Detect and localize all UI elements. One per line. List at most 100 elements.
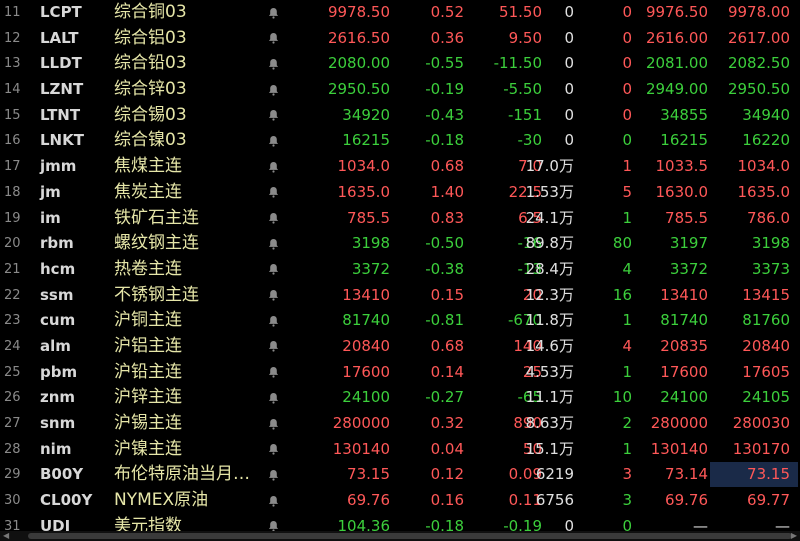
- volume: 89.8万: [526, 231, 574, 257]
- quote-row[interactable]: 18 jm 焦炭主连 1635.0 1.40 22.5 1.53万 5 1630.0 1635.0: [0, 180, 800, 206]
- quote-row[interactable]: 22 ssm 不锈钢主连 13410 0.15 20 12.3万 16 13410 13415: [0, 283, 800, 309]
- bid-price: 1630.0: [655, 182, 709, 201]
- quote-row[interactable]: 14 LZNT 综合锌03 2950.50 -0.19 -5.50 0 0 2949.00 295…: [0, 77, 800, 103]
- current-volume: 0: [622, 3, 632, 21]
- last-price: 785.5: [347, 208, 390, 227]
- quote-row[interactable]: 20 rbm 螺纹钢主连 3198 -0.50 -16 89.8万 80 3197 3198: [0, 231, 800, 257]
- bid-price: 13410: [660, 285, 708, 304]
- alert-bell-icon[interactable]: [268, 103, 280, 129]
- quote-row[interactable]: 15 LTNT 综合锡03 34920 -0.43 -151 0 0 34855 34940: [0, 103, 800, 129]
- contract-name: 综合锌03: [114, 79, 187, 100]
- quote-row[interactable]: 24 alm 沪铝主连 20840 0.68 140 14.6万 4 20835 20840: [0, 334, 800, 360]
- ask-price: 69.77: [747, 491, 790, 510]
- quote-row[interactable]: 12 LALT 综合铝03 2616.50 0.36 9.50 0 0 2616.00 2617.…: [0, 26, 800, 52]
- last-price: 81740: [342, 311, 390, 330]
- contract-code: im: [40, 208, 61, 227]
- contract-code: LZNT: [40, 80, 84, 99]
- volume-unit: 万: [558, 439, 574, 458]
- current-volume: 0: [622, 80, 632, 99]
- row-number: 30: [4, 493, 21, 509]
- current-volume: 16: [612, 285, 632, 304]
- scroll-left-icon[interactable]: ◀: [3, 531, 9, 541]
- quote-row[interactable]: 16 LNKT 综合镍03 16215 -0.18 -30 0 0 16215 16220: [0, 128, 800, 154]
- alert-bell-icon[interactable]: [268, 0, 280, 26]
- bid-price: 2081.00: [645, 54, 708, 73]
- alert-bell-icon[interactable]: [268, 77, 280, 103]
- current-volume: 0: [622, 131, 632, 150]
- volume: 4.53万: [526, 360, 574, 386]
- alert-bell-icon[interactable]: [268, 334, 280, 360]
- alert-bell-icon[interactable]: [268, 283, 280, 309]
- current-volume: 1: [622, 439, 632, 458]
- alert-bell-icon[interactable]: [268, 308, 280, 334]
- quote-row[interactable]: 23 cum 沪铜主连 81740 -0.81 -670 11.8万 1 81740 81760: [0, 308, 800, 334]
- volume-value: 0: [564, 54, 574, 73]
- quote-row[interactable]: 27 snm 沪锡主连 280000 0.32 890 8.63万 2 280000 280030: [0, 411, 800, 437]
- alert-bell-icon[interactable]: [268, 385, 280, 411]
- alert-bell-icon[interactable]: [268, 51, 280, 77]
- ask-price: 2082.50: [727, 54, 790, 73]
- quote-row[interactable]: 28 nim 沪镍主连 130140 0.04 50 15.1万 1 130140 130170: [0, 437, 800, 463]
- last-price: 1034.0: [337, 157, 391, 176]
- volume-unit: 万: [558, 182, 574, 201]
- contract-name: 综合铝03: [114, 27, 187, 48]
- volume-value: 15.1: [525, 439, 559, 458]
- alert-bell-icon[interactable]: [268, 411, 280, 437]
- quote-row[interactable]: 21 hcm 热卷主连 3372 -0.38 -13 28.4万 4 3372 3373: [0, 257, 800, 283]
- volume: 8.63万: [526, 411, 574, 437]
- current-volume: 0: [622, 28, 632, 47]
- horizontal-scrollbar[interactable]: ◀ ▶: [0, 531, 800, 541]
- alert-bell-icon[interactable]: [268, 206, 280, 232]
- change-percent: -0.50: [425, 234, 464, 253]
- alert-bell-icon[interactable]: [268, 26, 280, 52]
- current-volume: 1: [622, 157, 632, 176]
- quote-row[interactable]: 19 im 铁矿石主连 785.5 0.83 6.5 24.1万 1 785.5 786.0: [0, 206, 800, 232]
- alert-bell-icon[interactable]: [268, 488, 280, 514]
- quote-row[interactable]: 26 znm 沪锌主连 24100 -0.27 -65 11.1万 10 24100 24105: [0, 385, 800, 411]
- ask-price: 20840: [742, 336, 790, 355]
- volume-value: 0: [564, 131, 574, 150]
- quote-row[interactable]: 13 LLDT 综合铅03 2080.00 -0.55 -11.50 0 0 2081.00 20…: [0, 51, 800, 77]
- volume-value: 24.1: [525, 208, 559, 227]
- contract-name: 综合铅03: [114, 53, 187, 74]
- alert-bell-icon[interactable]: [268, 437, 280, 463]
- contract-code: CL00Y: [40, 491, 93, 510]
- change-percent: 0.83: [430, 208, 464, 227]
- quote-row[interactable]: 11 LCPT 综合铜03 9978.50 0.52 51.50 0 0 9976.50 9978…: [0, 0, 800, 26]
- last-price: 9978.50: [327, 3, 390, 21]
- current-volume: 1: [622, 311, 632, 330]
- quote-row[interactable]: 29 B00Y 布伦特原油当月… 73.15 0.12 0.09 6219 3 73.14 73.…: [0, 462, 800, 488]
- scrollbar-thumb[interactable]: [28, 533, 792, 539]
- alert-bell-icon[interactable]: [268, 360, 280, 386]
- alert-bell-icon[interactable]: [268, 257, 280, 283]
- alert-bell-icon[interactable]: [268, 154, 280, 180]
- quote-row[interactable]: 30 CL00Y NYMEX原油 69.76 0.16 0.11 6756 3 69.76 69.…: [0, 488, 800, 514]
- change-percent: 0.52: [430, 3, 464, 21]
- alert-bell-icon[interactable]: [268, 180, 280, 206]
- bid-price: 2949.00: [645, 80, 708, 99]
- change-amount: -30: [517, 131, 543, 150]
- volume: 12.3万: [526, 283, 574, 309]
- change-percent: -0.27: [425, 388, 464, 407]
- contract-code: LNKT: [40, 131, 84, 150]
- quote-row[interactable]: 17 jmm 焦煤主连 1034.0 0.68 7.0 17.0万 1 1033.5 1034.0: [0, 154, 800, 180]
- row-number: 17: [4, 159, 21, 175]
- ask-price: 3373: [751, 259, 790, 278]
- bid-price: 3372: [669, 259, 708, 278]
- current-volume: 3: [622, 491, 632, 510]
- current-volume: 5: [622, 182, 632, 201]
- alert-bell-icon[interactable]: [268, 231, 280, 257]
- volume-value: 1.53: [525, 182, 559, 201]
- alert-bell-icon[interactable]: [268, 462, 280, 488]
- contract-code: jmm: [40, 157, 77, 176]
- alert-bell-icon[interactable]: [268, 128, 280, 154]
- ask-price: 34940: [742, 105, 790, 124]
- change-percent: 0.04: [430, 439, 464, 458]
- row-number: 21: [4, 261, 21, 277]
- change-percent: 0.68: [430, 157, 464, 176]
- scroll-right-icon[interactable]: ▶: [791, 531, 797, 541]
- quote-row[interactable]: 25 pbm 沪铅主连 17600 0.14 25 4.53万 1 17600 17605: [0, 360, 800, 386]
- last-price: 24100: [342, 388, 390, 407]
- last-price: 17600: [342, 362, 390, 381]
- bid-price: 3197: [669, 234, 708, 253]
